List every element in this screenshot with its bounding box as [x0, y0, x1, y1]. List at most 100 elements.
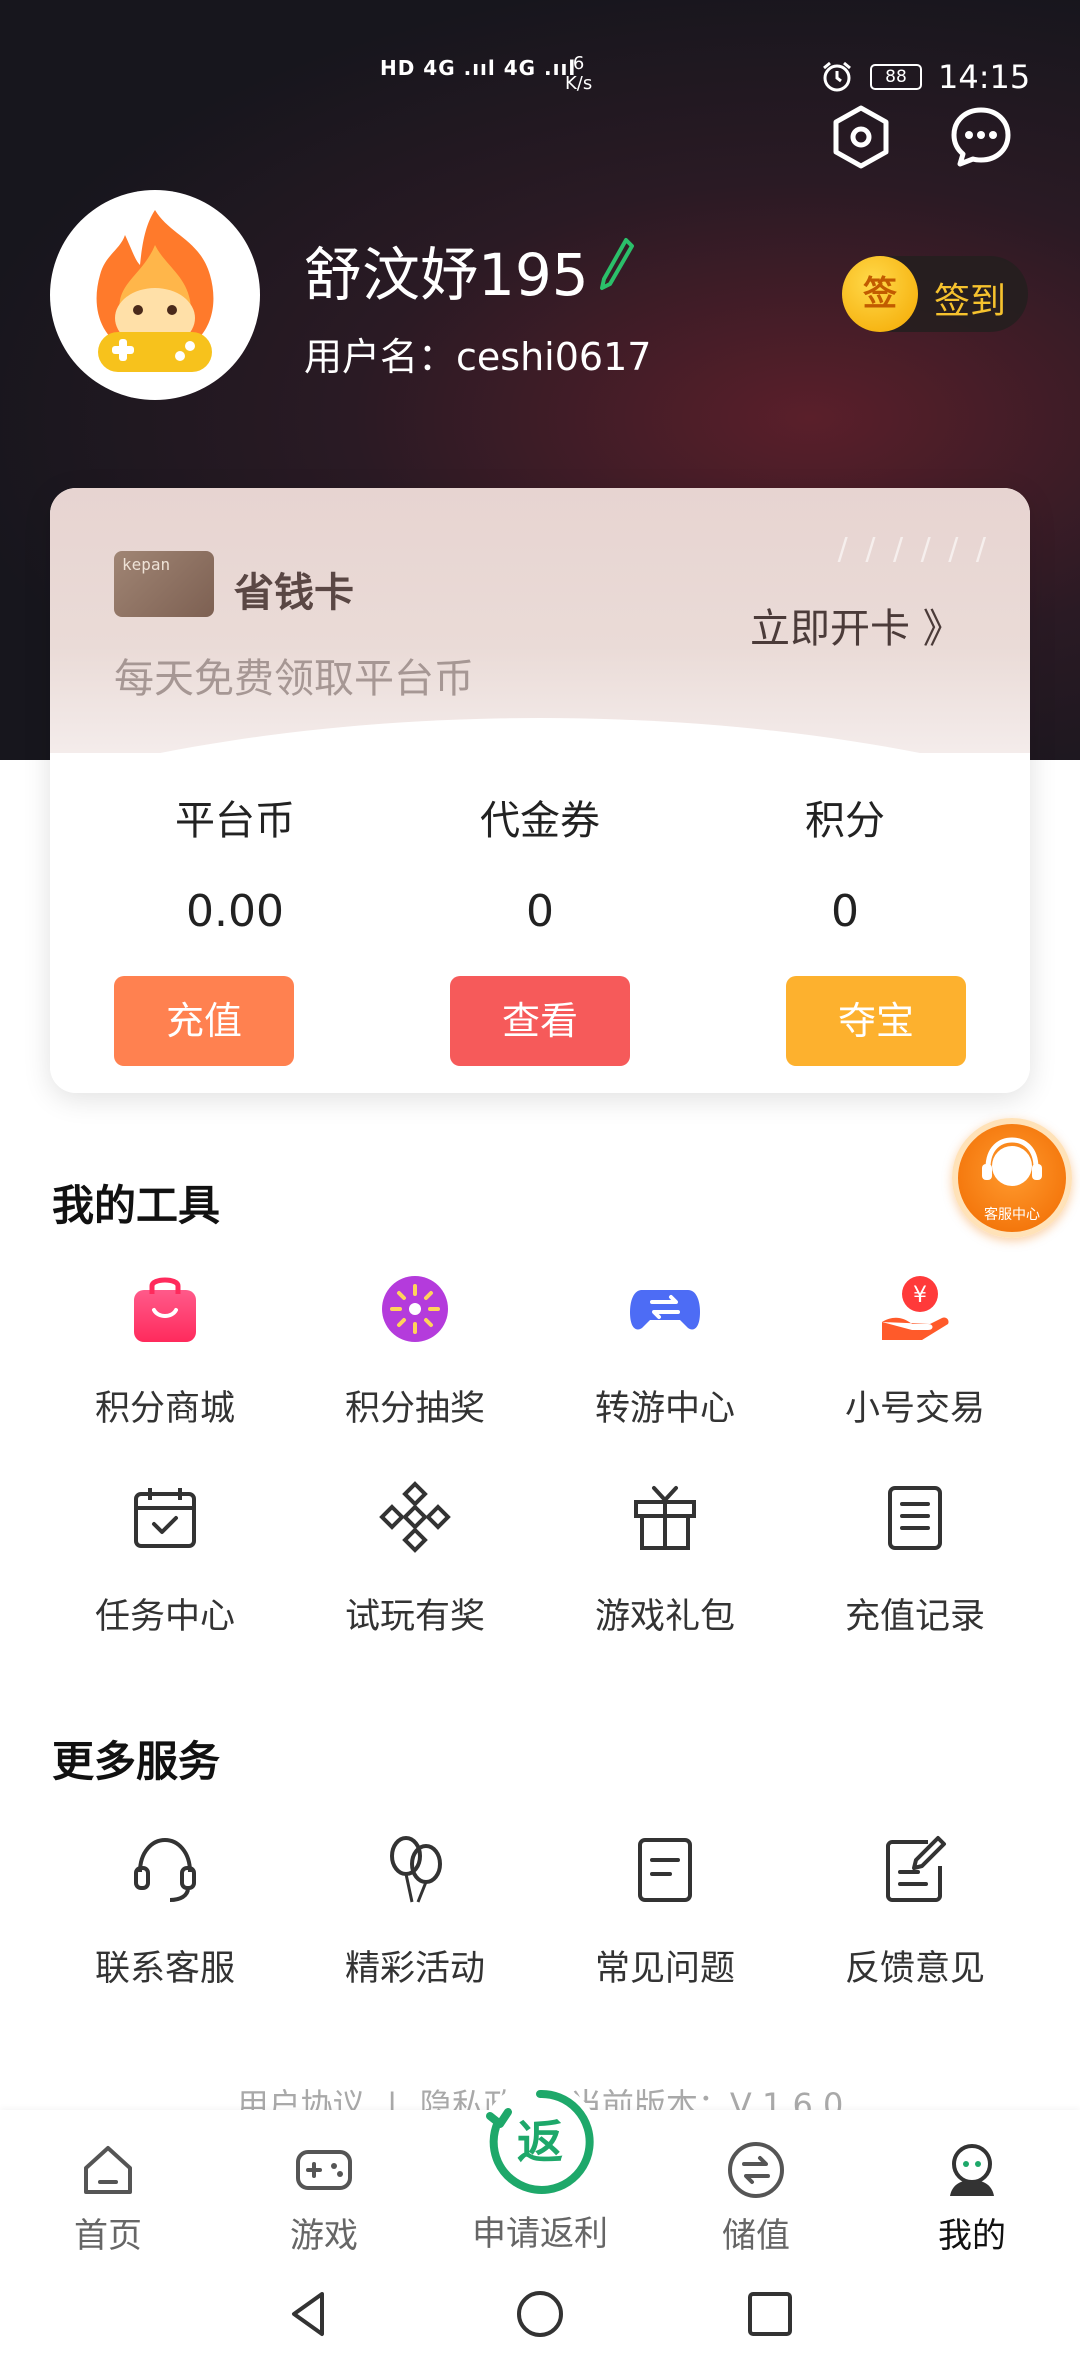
network-speed-unit: K/s: [565, 73, 593, 94]
user-face-icon: [950, 2144, 994, 2196]
signin-coin-icon: 签: [842, 256, 918, 332]
tool-label: 小号交易: [844, 1389, 985, 1429]
back-triangle-icon[interactable]: [282, 2286, 338, 2342]
savings-card-subtitle: 每天免费领取平台币: [114, 656, 474, 702]
network-speed: 6 K/s: [565, 54, 592, 94]
hexagon-settings-icon[interactable]: [828, 104, 894, 170]
stripes-decoration: / / / / / /: [837, 532, 990, 567]
nav-label: 首页: [74, 2216, 142, 2256]
service-label: 联系客服: [94, 1949, 235, 1989]
tool-label: 积分商城: [94, 1389, 235, 1429]
calendar-check-icon: [134, 1488, 196, 1548]
nav-rebate-label: 申请返利: [472, 2214, 608, 2254]
balloons-icon: [390, 1836, 442, 1903]
tool-points-lottery[interactable]: 积分抽奖: [290, 1272, 540, 1431]
gamepad-icon: [296, 2150, 352, 2190]
savings-card-title: 省钱卡: [234, 570, 354, 616]
tool-game-gift[interactable]: 游戏礼包: [540, 1480, 790, 1639]
headset-icon: [134, 1837, 196, 1902]
home-circle-icon[interactable]: [512, 2286, 568, 2342]
service-faq[interactable]: 常见问题: [540, 1832, 790, 1991]
service-activities[interactable]: 精彩活动: [290, 1832, 540, 1991]
document-icon: [638, 1838, 692, 1902]
wallet-card: / / / / / / kepan 省钱卡 每天免费领取平台币 立即开卡 》 平…: [50, 488, 1030, 1093]
service-feedback[interactable]: 反馈意见: [790, 1832, 1040, 1991]
service-label: 常见问题: [594, 1949, 735, 1989]
nav-mine[interactable]: 我的: [872, 2140, 1072, 2257]
tool-account-trade[interactable]: ¥ 小号交易: [790, 1272, 1040, 1431]
rebate-badge: 返: [517, 2115, 563, 2169]
tool-label: 任务中心: [94, 1597, 235, 1637]
stat-value: 0.00: [186, 886, 284, 937]
flame-mascot-icon: [96, 210, 214, 372]
customer-service-label: 客服中心: [984, 1207, 1040, 1223]
nav-label: 储值: [722, 2216, 790, 2256]
nav-rebate[interactable]: 返: [480, 2082, 600, 2202]
home-icon: [84, 2146, 132, 2194]
tool-trial-reward[interactable]: 试玩有奖: [290, 1480, 540, 1639]
avatar[interactable]: [50, 190, 260, 400]
user-id: 用户名：ceshi0617: [304, 335, 652, 379]
lottery-wheel-icon: [382, 1276, 448, 1342]
stat-label: 代金券: [480, 798, 600, 844]
shopping-bag-icon: [134, 1277, 196, 1342]
alarm-icon: [823, 61, 851, 92]
svg-text:¥: ¥: [913, 1283, 927, 1308]
tool-transfer-center[interactable]: 转游中心: [540, 1272, 790, 1431]
edit-note-icon: [886, 1836, 946, 1902]
recharge-button[interactable]: 充值: [114, 976, 294, 1066]
network-speed-value: 6: [572, 53, 585, 74]
service-contact[interactable]: 联系客服: [40, 1832, 290, 1991]
nav-label: 我的: [938, 2216, 1006, 2256]
rebate-icon: 返: [486, 2089, 594, 2194]
clock: 14:15: [938, 58, 1031, 96]
hand-coin-icon: ¥: [882, 1276, 949, 1340]
signin-label: 签到: [934, 281, 1007, 322]
nav-label: 游戏: [290, 2216, 358, 2256]
recents-square-icon[interactable]: [742, 2286, 798, 2342]
edit-pencil-icon[interactable]: [596, 236, 636, 292]
tool-label: 充值记录: [844, 1597, 985, 1637]
signin-button[interactable]: 签 签到: [842, 256, 1028, 332]
treasure-button[interactable]: 夺宝: [786, 976, 966, 1066]
open-card-link[interactable]: 立即开卡 》: [750, 596, 963, 654]
diamond-grid-icon: [379, 1481, 451, 1553]
tools-section-title: 我的工具: [52, 1181, 221, 1230]
nav-games[interactable]: 游戏: [224, 2140, 424, 2257]
nav-home[interactable]: 首页: [8, 2140, 208, 2257]
tool-points-mall[interactable]: 积分商城: [40, 1272, 290, 1431]
username: 舒汶妤195: [304, 241, 589, 309]
services-section-title: 更多服务: [52, 1737, 221, 1786]
stat-label: 平台币: [175, 798, 295, 844]
view-voucher-button[interactable]: 查看: [450, 976, 630, 1066]
gamepad-transfer-icon: [630, 1290, 700, 1330]
stat-label: 积分: [805, 798, 885, 844]
kepan-card-icon: kepan: [114, 551, 214, 617]
chat-bubble-icon[interactable]: [948, 104, 1014, 170]
stat-value: 0: [526, 886, 554, 937]
bottom-nav: 首页 游戏 返 申请返利 储值 我的: [0, 2082, 1080, 2257]
savings-card-banner[interactable]: / / / / / / kepan 省钱卡 每天免费领取平台币 立即开卡 》: [50, 488, 1030, 753]
signal-indicator: HD 4G .ııl 4G .ııl: [380, 56, 577, 80]
customer-service-float-button[interactable]: 客服中心: [952, 1118, 1072, 1238]
system-navigation-bar: [0, 2256, 1080, 2376]
stat-value: 0: [831, 886, 859, 937]
stat-platform-coin: 平台币 0.00: [72, 788, 398, 937]
stat-points: 积分 0: [682, 788, 1008, 937]
nav-deposit[interactable]: 储值: [656, 2140, 856, 2257]
tool-label: 转游中心: [594, 1389, 735, 1429]
tool-task-center[interactable]: 任务中心: [40, 1480, 290, 1639]
document-list-icon: [888, 1486, 942, 1550]
tool-label: 游戏礼包: [594, 1597, 735, 1637]
exchange-icon: [728, 2142, 784, 2198]
status-bar: HD 4G .ııl 4G .ııl 6 K/s 88 14:15: [0, 48, 1080, 108]
battery-indicator: 88: [870, 64, 922, 90]
customer-service-icon: [982, 1137, 1042, 1186]
gift-box-icon: [634, 1486, 696, 1550]
kepan-logo-text: kepan: [122, 555, 171, 574]
tool-label: 试玩有奖: [344, 1597, 485, 1637]
service-label: 精彩活动: [344, 1949, 485, 1989]
stat-voucher: 代金券 0: [377, 788, 703, 937]
tool-label: 积分抽奖: [344, 1389, 485, 1429]
tool-recharge-record[interactable]: 充值记录: [790, 1480, 1040, 1639]
